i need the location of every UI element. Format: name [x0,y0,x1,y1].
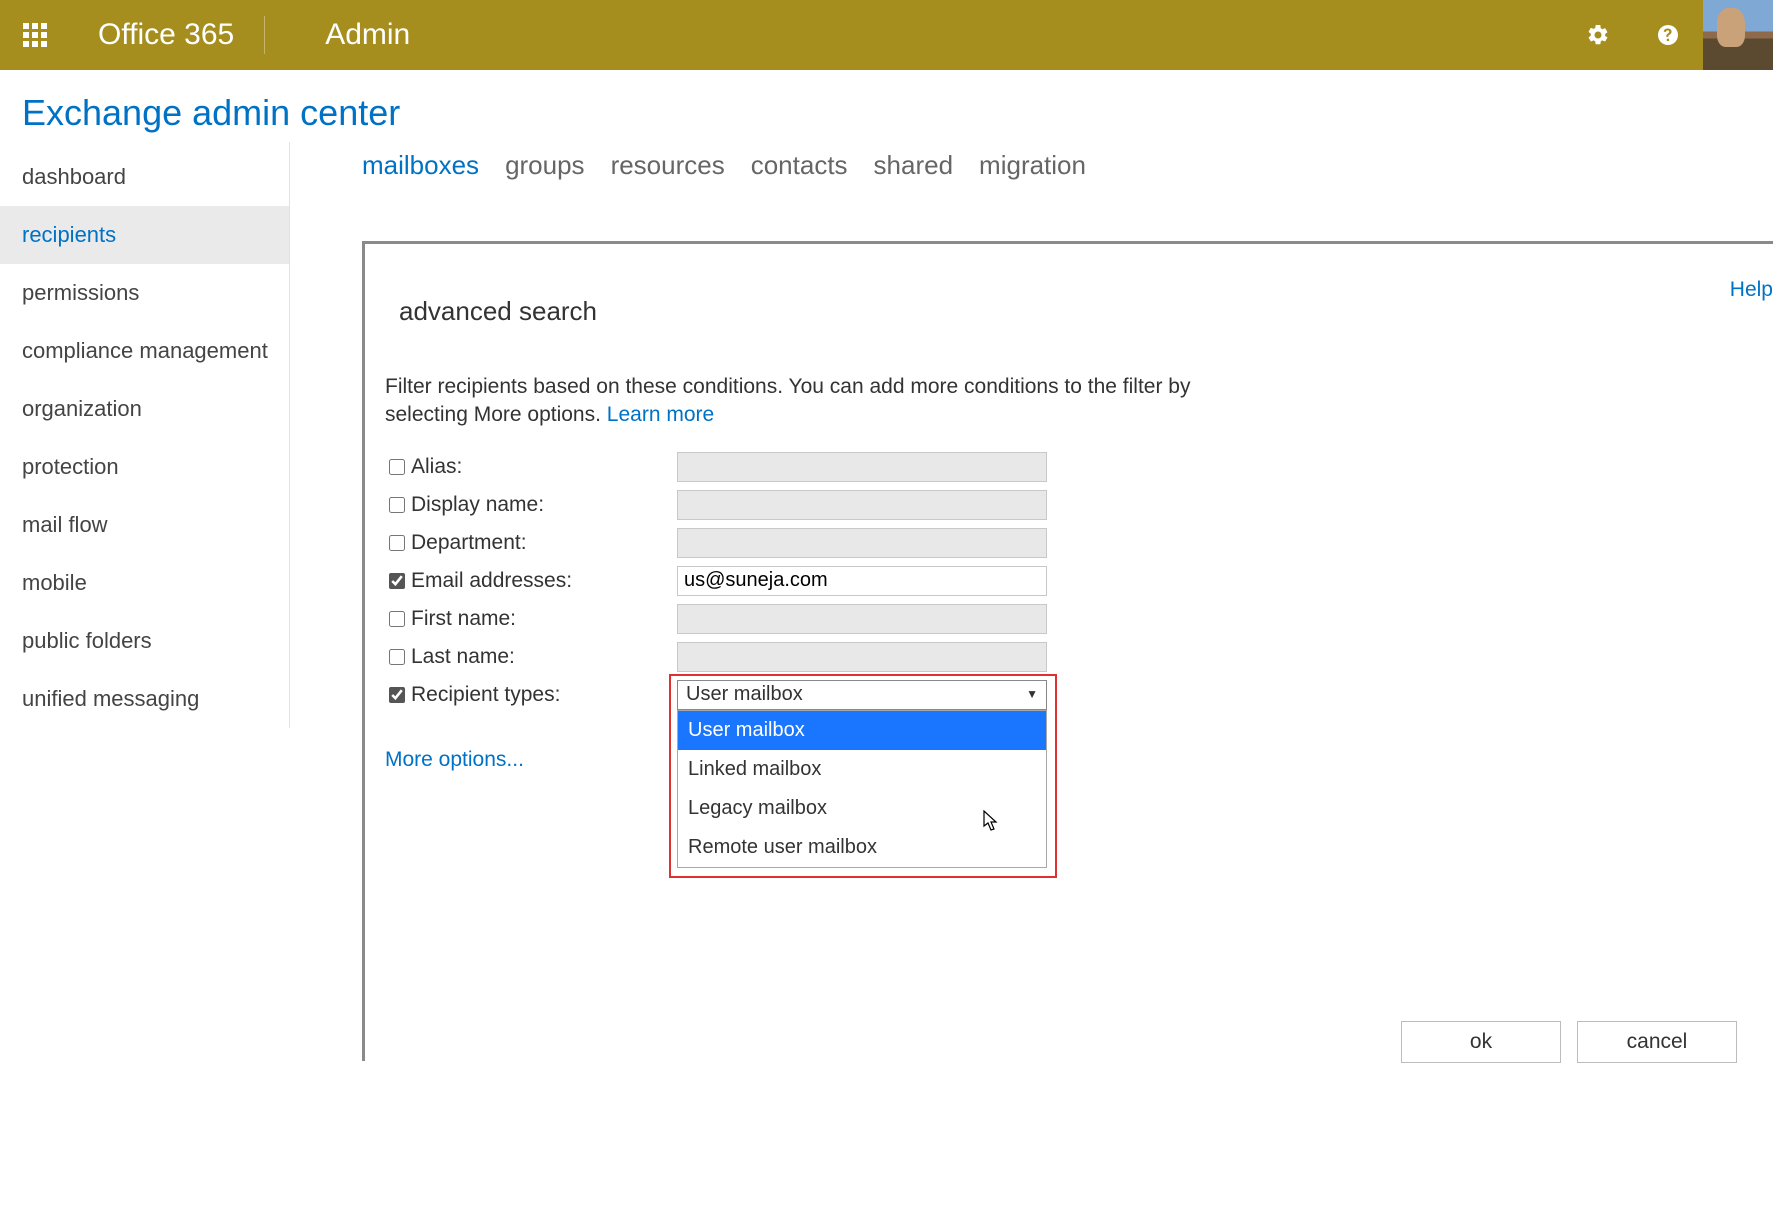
filter-list: Alias: Display name: Department: [385,448,1753,714]
more-options-link[interactable]: More options... [385,748,1753,772]
sidebar-item-recipients[interactable]: recipients [0,206,289,264]
tab-contacts[interactable]: contacts [751,150,848,181]
last-name-input[interactable] [677,642,1047,672]
gear-icon [1586,23,1610,47]
brand-office[interactable]: Office 365 [70,18,234,52]
recipient-types-label: Recipient types: [411,683,677,707]
main: mailboxes groups resources contacts shar… [290,142,1773,1061]
help-link[interactable]: Help [1730,278,1773,302]
filter-row-first-name: First name: [385,600,1753,638]
alias-checkbox[interactable] [389,459,405,475]
dialog-buttons: ok cancel [1401,1021,1737,1063]
sidebar-item-label: dashboard [22,164,126,189]
display-name-label: Display name: [411,493,677,517]
sidebar-item-compliance-management[interactable]: compliance management [0,322,289,380]
recipient-types-option-user-mailbox[interactable]: User mailbox [678,711,1046,750]
sidebar: dashboard recipients permissions complia… [0,142,290,728]
brand-admin[interactable]: Admin [295,18,410,52]
filter-row-recipient-types: Recipient types: User mailbox User mailb… [385,676,1753,714]
brand: Office 365 Admin [70,0,410,70]
settings-button[interactable] [1563,0,1633,70]
panel-intro: Filter recipients based on these conditi… [385,373,1215,430]
department-label: Department: [411,531,677,555]
sidebar-item-protection[interactable]: protection [0,438,289,496]
sidebar-item-label: mobile [22,570,87,595]
sidebar-item-label: compliance management [22,338,268,363]
alias-input[interactable] [677,452,1047,482]
tab-mailboxes[interactable]: mailboxes [362,150,479,181]
tab-resources[interactable]: resources [611,150,725,181]
page-title: Exchange admin center [0,70,1773,142]
panel-title: advanced search [365,268,1773,373]
help-button[interactable] [1633,0,1703,70]
sidebar-item-public-folders[interactable]: public folders [0,612,289,670]
tab-shared[interactable]: shared [874,150,954,181]
filter-row-email: Email addresses: [385,562,1753,600]
avatar[interactable] [1703,0,1773,70]
department-checkbox[interactable] [389,535,405,551]
tab-groups[interactable]: groups [505,150,585,181]
filter-row-department: Department: [385,524,1753,562]
recipient-types-checkbox[interactable] [389,687,405,703]
recipient-types-select[interactable]: User mailbox [677,680,1047,710]
sidebar-item-label: unified messaging [22,686,199,711]
ok-button[interactable]: ok [1401,1021,1561,1063]
first-name-input[interactable] [677,604,1047,634]
waffle-icon [23,23,47,47]
learn-more-link[interactable]: Learn more [607,403,714,426]
subtabs: mailboxes groups resources contacts shar… [362,150,1773,241]
last-name-label: Last name: [411,645,677,669]
sidebar-item-mobile[interactable]: mobile [0,554,289,612]
display-name-input[interactable] [677,490,1047,520]
sidebar-item-dashboard[interactable]: dashboard [0,148,289,206]
filter-row-last-name: Last name: [385,638,1753,676]
sidebar-item-organization[interactable]: organization [0,380,289,438]
sidebar-item-label: protection [22,454,119,479]
topbar: Office 365 Admin [0,0,1773,70]
filter-row-alias: Alias: [385,448,1753,486]
recipient-types-option-remote-user-mailbox[interactable]: Remote user mailbox [678,828,1046,867]
cancel-button[interactable]: cancel [1577,1021,1737,1063]
advanced-search-panel: Help advanced search Filter recipients b… [362,241,1773,1061]
sidebar-item-label: recipients [22,222,116,247]
brand-divider [264,16,265,54]
recipient-types-option-linked-mailbox[interactable]: Linked mailbox [678,750,1046,789]
sidebar-item-unified-messaging[interactable]: unified messaging [0,670,289,728]
first-name-checkbox[interactable] [389,611,405,627]
last-name-checkbox[interactable] [389,649,405,665]
email-input[interactable] [677,566,1047,596]
sidebar-item-permissions[interactable]: permissions [0,264,289,322]
display-name-checkbox[interactable] [389,497,405,513]
sidebar-item-label: permissions [22,280,139,305]
sidebar-item-label: organization [22,396,142,421]
department-input[interactable] [677,528,1047,558]
sidebar-item-mail-flow[interactable]: mail flow [0,496,289,554]
sidebar-item-label: public folders [22,628,152,653]
alias-label: Alias: [411,455,677,479]
sidebar-item-label: mail flow [22,512,108,537]
app-launcher-button[interactable] [0,0,70,70]
recipient-types-dropdown: User mailbox Linked mailbox Legacy mailb… [677,710,1047,868]
email-label: Email addresses: [411,569,677,593]
recipient-types-option-legacy-mailbox[interactable]: Legacy mailbox [678,789,1046,828]
email-checkbox[interactable] [389,573,405,589]
filter-row-display-name: Display name: [385,486,1753,524]
first-name-label: First name: [411,607,677,631]
question-icon [1656,23,1680,47]
tab-migration[interactable]: migration [979,150,1086,181]
intro-text: Filter recipients based on these conditi… [385,375,1191,426]
